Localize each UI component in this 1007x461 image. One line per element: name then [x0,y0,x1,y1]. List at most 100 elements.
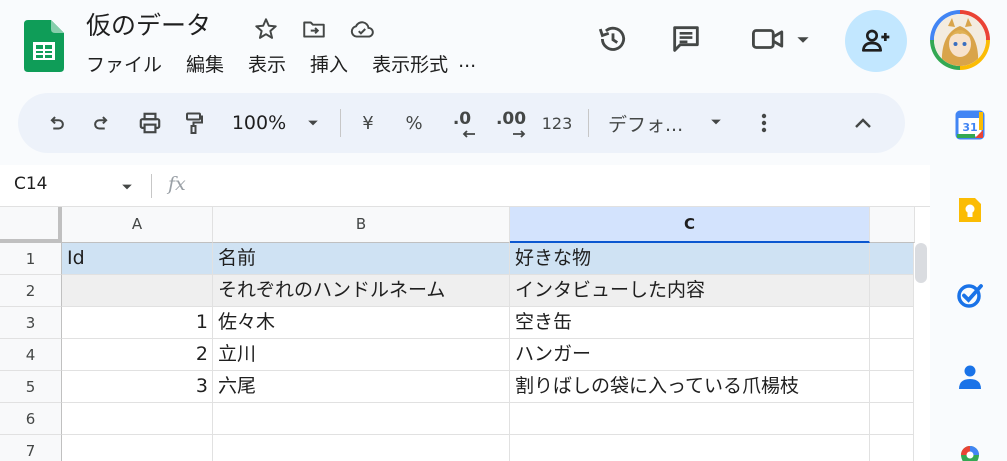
calendar-day-label: 31 [962,121,977,134]
column-header-b[interactable]: B [213,207,510,243]
cell-b3[interactable]: 佐々木 [213,307,510,339]
side-panel [930,90,1007,461]
cloud-saved-icon[interactable] [349,16,375,42]
paint-format-icon [186,112,203,134]
cell-a1[interactable]: Id [62,243,213,275]
column-header-extra[interactable] [870,207,915,243]
redo-button[interactable] [86,93,118,153]
menu-file[interactable]: ファイル [86,50,186,78]
cell-a3[interactable]: 1 [62,307,213,339]
increase-decimal-label: .00 [495,109,527,129]
menu-insert[interactable]: 挿入 [310,50,372,78]
column-header-c[interactable]: C [510,207,870,243]
chevron-up-icon [855,118,871,128]
cell-d4[interactable] [870,339,915,371]
version-history-icon[interactable] [596,22,630,56]
print-button[interactable] [132,93,168,153]
collapse-menus-button[interactable] [848,93,878,153]
cell-c2[interactable]: インタビューした内容 [510,275,870,307]
formula-divider [151,174,152,198]
menu-format[interactable]: 表示形式 [372,50,458,78]
add-person-icon [862,29,890,52]
row-header-5[interactable]: 5 [0,371,62,403]
share-button[interactable] [845,10,907,72]
menu-view[interactable]: 表示 [248,50,310,78]
cell-b7[interactable] [213,435,510,461]
maps-icon[interactable] [955,444,985,461]
cell-b6[interactable] [213,403,510,435]
cell-d6[interactable] [870,403,915,435]
cell-b2[interactable]: それぞれのハンドルネーム [213,275,510,307]
avatar-image [934,14,986,66]
comments-icon[interactable] [669,22,703,56]
fx-icon: fx [168,173,186,195]
app-header: 仮のデータ ファイル 編集 表示 挿入 表示形式 ... [0,0,1007,90]
row-header-4[interactable]: 4 [0,339,62,371]
number-format-button[interactable]: 123 [540,93,574,153]
cell-b5[interactable]: 六尾 [213,371,510,403]
cell-b1[interactable]: 名前 [213,243,510,275]
cell-c3[interactable]: 空き缶 [510,307,870,339]
row-header-1[interactable]: 1 [0,243,62,275]
menu-more[interactable]: ... [458,50,500,78]
sheets-logo-icon[interactable] [24,20,64,72]
avatar-illustration-icon [934,14,986,66]
row-header-2[interactable]: 2 [0,275,62,307]
undo-button[interactable] [40,93,72,153]
cell-d7[interactable] [870,435,915,461]
cell-c1[interactable]: 好きな物 [510,243,870,275]
font-family-select[interactable]: デフォ... [608,93,692,153]
zoom-value[interactable]: 100% [228,93,290,153]
cell-a7[interactable] [62,435,213,461]
chevron-down-icon[interactable] [796,33,810,47]
account-avatar[interactable] [930,10,990,70]
formula-bar: C14 fx [0,165,930,207]
percent-format-button[interactable]: % [400,93,428,153]
menu-edit[interactable]: 編集 [186,50,248,78]
decrease-decimal-button[interactable]: .0 [444,93,480,153]
cell-d2[interactable] [870,275,915,307]
cell-c4[interactable]: ハンガー [510,339,870,371]
cell-a2[interactable] [62,275,213,307]
redo-icon [94,116,108,130]
font-dropdown-icon[interactable] [710,116,722,128]
cell-c7[interactable] [510,435,870,461]
row-header-7[interactable]: 7 [0,435,62,461]
meet-video-icon[interactable] [749,22,789,56]
paint-format-button[interactable] [178,93,210,153]
star-icon[interactable] [253,16,279,42]
calendar-icon[interactable]: 31 [955,110,985,140]
vertical-scrollbar-thumb[interactable] [915,243,927,283]
cell-c6[interactable] [510,403,870,435]
cell-d3[interactable] [870,307,915,339]
more-vert-icon [761,113,767,133]
column-header-a[interactable]: A [62,207,213,243]
toolbar-divider [588,109,589,137]
keep-icon[interactable] [955,195,985,225]
contacts-icon[interactable] [955,362,985,392]
cell-c5[interactable]: 割りばしの袋に入っている爪楊枝 [510,371,870,403]
cell-d5[interactable] [870,371,915,403]
formula-input[interactable] [200,169,920,203]
cell-a5[interactable]: 3 [62,371,213,403]
more-options-button[interactable] [752,93,776,153]
undo-icon [50,116,64,130]
zoom-dropdown-icon[interactable] [307,117,319,129]
move-folder-icon[interactable] [301,16,327,42]
toolbar: 100% ¥ % .0 .00 123 デフォ... [18,93,905,153]
tasks-icon[interactable] [955,280,985,310]
cell-a6[interactable] [62,403,213,435]
name-box[interactable]: C14 [14,174,48,194]
cell-d1[interactable] [870,243,915,275]
spreadsheet-grid: A B C 1 Id 名前 好きな物 2 それぞれのハンドルネーム インタビュー… [0,207,930,461]
row-header-6[interactable]: 6 [0,403,62,435]
document-title[interactable]: 仮のデータ [86,6,211,42]
cell-b4[interactable]: 立川 [213,339,510,371]
print-icon [139,112,161,134]
increase-decimal-button[interactable]: .00 [492,93,530,153]
select-all-corner[interactable] [0,207,62,243]
name-box-dropdown-icon[interactable] [121,181,133,193]
currency-format-button[interactable]: ¥ [354,93,382,153]
cell-a4[interactable]: 2 [62,339,213,371]
row-header-3[interactable]: 3 [0,307,62,339]
